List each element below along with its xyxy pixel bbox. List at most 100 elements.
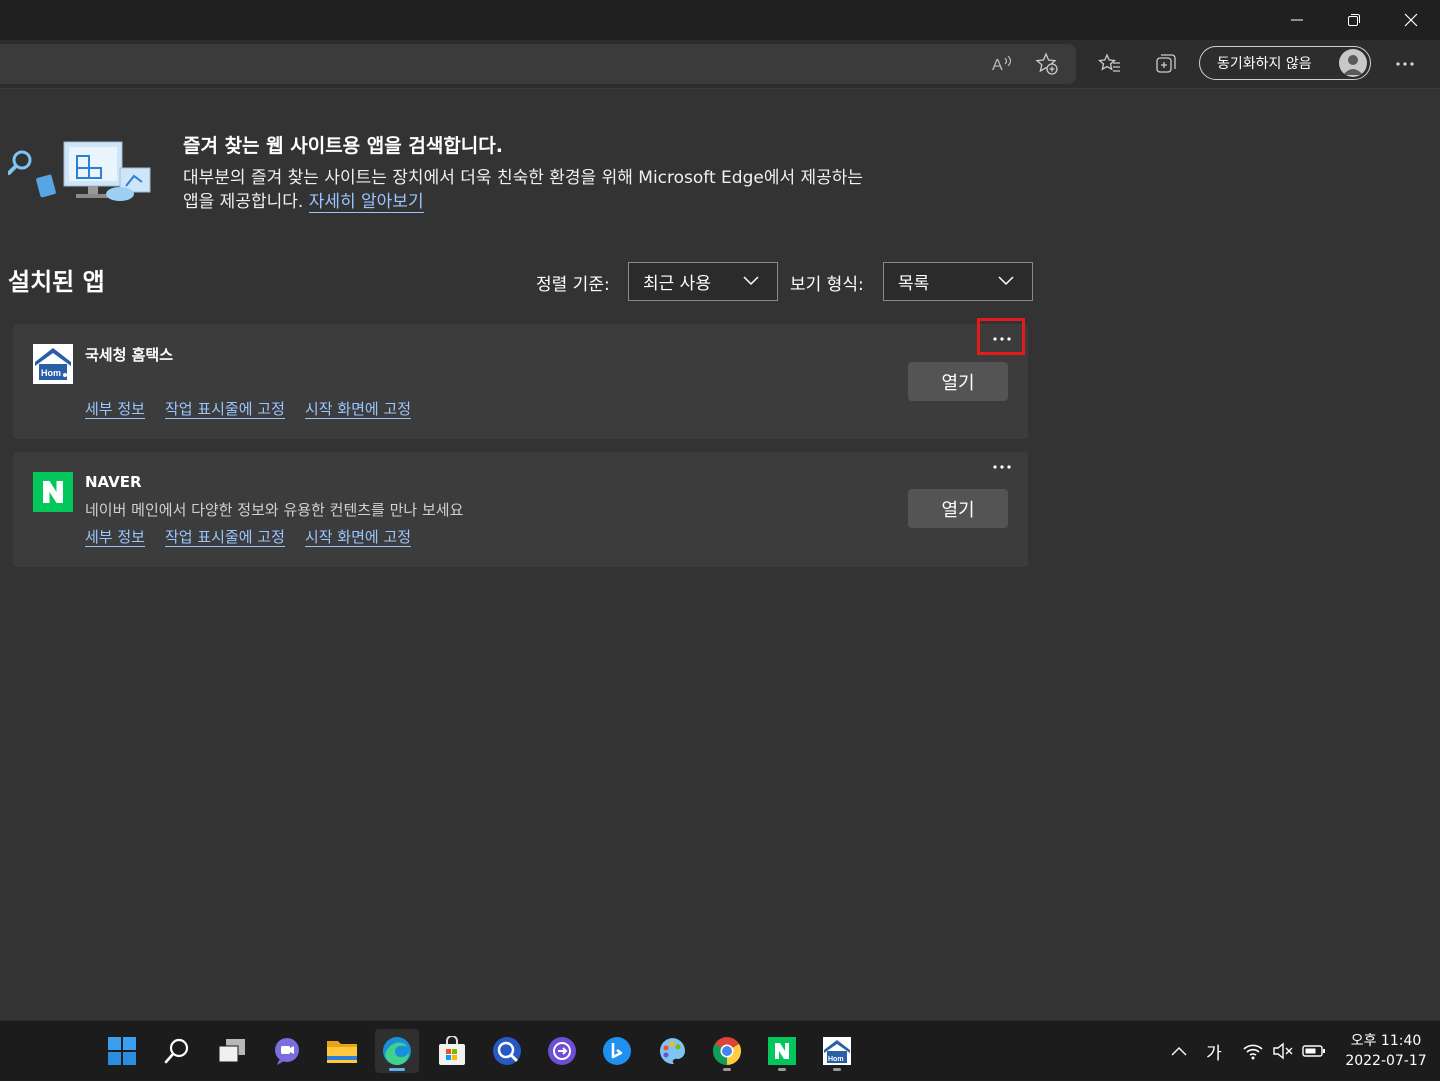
close-icon xyxy=(1404,13,1418,27)
store-icon xyxy=(439,1036,465,1065)
chrome-button[interactable] xyxy=(705,1029,749,1073)
search-button[interactable] xyxy=(155,1029,199,1073)
favorites-icon xyxy=(1098,53,1120,72)
sort-by-dropdown[interactable]: 최근 사용 xyxy=(628,262,778,301)
volume-status[interactable] xyxy=(1270,1021,1296,1081)
app-card-naver: NAVER 네이버 메인에서 다양한 정보와 유용한 컨텐츠를 만나 보세요 세… xyxy=(13,452,1028,567)
battery-icon xyxy=(1302,1045,1325,1057)
hero-description-line2: 앱을 제공합니다. xyxy=(183,192,304,212)
chevron-down-icon xyxy=(998,276,1014,286)
installed-apps-title: 설치된 앱 xyxy=(8,268,105,296)
running-indicator xyxy=(723,1068,731,1071)
hometax-logo-icon: Hom xyxy=(823,1037,851,1065)
sync-status-label: 동기화하지 않음 xyxy=(1217,56,1312,72)
search-icon xyxy=(164,1038,189,1064)
running-indicator xyxy=(833,1068,841,1071)
details-link[interactable]: 세부 정보 xyxy=(85,400,145,419)
hometax-logo-icon: Hom xyxy=(33,344,73,384)
app-actions: 세부 정보 작업 표시줄에 고정 시작 화면에 고정 xyxy=(85,528,412,547)
active-indicator xyxy=(389,1068,405,1071)
bing-app-button[interactable] xyxy=(595,1029,639,1073)
folder-icon xyxy=(327,1041,357,1063)
naver-logo-icon xyxy=(768,1037,796,1065)
pin-to-start-link[interactable]: 시작 화면에 고정 xyxy=(304,400,412,419)
pin-to-taskbar-link[interactable]: 작업 표시줄에 고정 xyxy=(164,528,285,547)
profile-sync-button[interactable]: 동기화하지 않음 xyxy=(1199,46,1371,80)
view-as-label: 보기 형식: xyxy=(790,275,864,295)
add-favorite-button[interactable] xyxy=(1031,48,1063,80)
restore-icon xyxy=(1348,14,1360,26)
minimize-button[interactable] xyxy=(1268,0,1326,40)
clock-time: 오후 11:40 xyxy=(1350,1033,1422,1049)
svg-text:Hom: Hom xyxy=(41,368,61,378)
chrome-icon xyxy=(713,1037,741,1065)
svg-text:A: A xyxy=(992,57,1003,74)
file-explorer-button[interactable] xyxy=(320,1029,364,1073)
read-aloud-icon: A xyxy=(992,55,1012,74)
user-avatar-icon xyxy=(1343,55,1363,75)
show-hidden-icons-button[interactable] xyxy=(1166,1021,1192,1081)
open-app-button[interactable]: 열기 xyxy=(908,362,1008,401)
power-automate-button[interactable] xyxy=(540,1029,584,1073)
pin-to-taskbar-link[interactable]: 작업 표시줄에 고정 xyxy=(164,400,285,419)
app-more-options-button[interactable] xyxy=(980,452,1024,482)
edge-icon xyxy=(383,1037,411,1066)
app-name: 국세청 홈택스 xyxy=(85,346,174,364)
chevron-down-icon xyxy=(743,276,759,286)
restore-button[interactable] xyxy=(1325,0,1383,40)
naver-logo-icon xyxy=(33,472,73,512)
start-button[interactable] xyxy=(100,1029,144,1073)
teams-chat-button[interactable] xyxy=(265,1029,309,1073)
system-clock[interactable]: 오후 11:40 2022-07-17 xyxy=(1340,1031,1432,1071)
automate-icon xyxy=(548,1037,576,1065)
app-description: 네이버 메인에서 다양한 정보와 유용한 컨텐츠를 만나 보세요 xyxy=(85,501,464,519)
clock-date: 2022-07-17 xyxy=(1345,1053,1427,1069)
browser-toolbar: A 동기화하지 않음 xyxy=(0,40,1440,89)
collections-button[interactable] xyxy=(1150,48,1182,80)
collections-icon xyxy=(1156,54,1176,73)
sort-by-label: 정렬 기준: xyxy=(536,275,610,295)
app-name: NAVER xyxy=(85,473,142,491)
svg-text:Hom: Hom xyxy=(828,1056,844,1063)
bing-icon xyxy=(603,1037,631,1065)
hometax-app-icon: Hom xyxy=(33,344,73,384)
settings-more-button[interactable] xyxy=(1389,48,1421,80)
ellipsis-icon xyxy=(993,465,1011,469)
dictionary-icon xyxy=(493,1037,521,1065)
naver-taskbar-button[interactable] xyxy=(760,1029,804,1073)
hero-description: 대부분의 즐겨 찾는 사이트는 장치에서 더욱 친숙한 환경을 위해 Micro… xyxy=(183,166,943,214)
title-bar xyxy=(0,0,1440,40)
address-bar[interactable]: A xyxy=(0,44,1076,84)
highlight-box xyxy=(977,318,1025,355)
dictionary-app-button[interactable] xyxy=(485,1029,529,1073)
running-indicator xyxy=(778,1068,786,1071)
apps-illustration xyxy=(7,138,152,208)
star-add-icon xyxy=(1035,52,1058,75)
pin-to-start-link[interactable]: 시작 화면에 고정 xyxy=(304,528,412,547)
close-button[interactable] xyxy=(1382,0,1440,40)
app-actions: 세부 정보 작업 표시줄에 고정 시작 화면에 고정 xyxy=(85,400,412,419)
view-as-value: 목록 xyxy=(898,274,930,294)
paint-app-button[interactable] xyxy=(650,1029,694,1073)
open-app-button[interactable]: 열기 xyxy=(908,489,1008,528)
desktop-apps-illustration-icon xyxy=(7,141,151,201)
microsoft-store-button[interactable] xyxy=(430,1029,474,1073)
input-method-indicator[interactable]: 가 xyxy=(1200,1021,1228,1081)
chevron-up-icon xyxy=(1171,1047,1187,1056)
favorites-button[interactable] xyxy=(1094,48,1126,80)
hometax-taskbar-button[interactable]: Hom xyxy=(815,1029,859,1073)
naver-app-icon xyxy=(33,472,73,512)
hero-description-line1: 대부분의 즐겨 찾는 사이트는 장치에서 더욱 친숙한 환경을 위해 Micro… xyxy=(183,168,864,188)
volume-muted-icon xyxy=(1273,1042,1293,1060)
task-view-button[interactable] xyxy=(210,1029,254,1073)
chat-icon xyxy=(275,1038,299,1065)
windows-logo-icon xyxy=(108,1037,136,1065)
edge-browser-button[interactable] xyxy=(375,1029,419,1073)
network-status[interactable] xyxy=(1240,1021,1266,1081)
view-as-dropdown[interactable]: 목록 xyxy=(883,262,1033,301)
learn-more-link[interactable]: 자세히 알아보기 xyxy=(308,192,424,213)
battery-status[interactable] xyxy=(1300,1021,1328,1081)
read-aloud-button[interactable]: A xyxy=(986,48,1018,80)
details-link[interactable]: 세부 정보 xyxy=(85,528,145,547)
app-card-hometax: Hom 국세청 홈택스 세부 정보 작업 표시줄에 고정 시작 화면에 고정 열… xyxy=(13,324,1028,439)
